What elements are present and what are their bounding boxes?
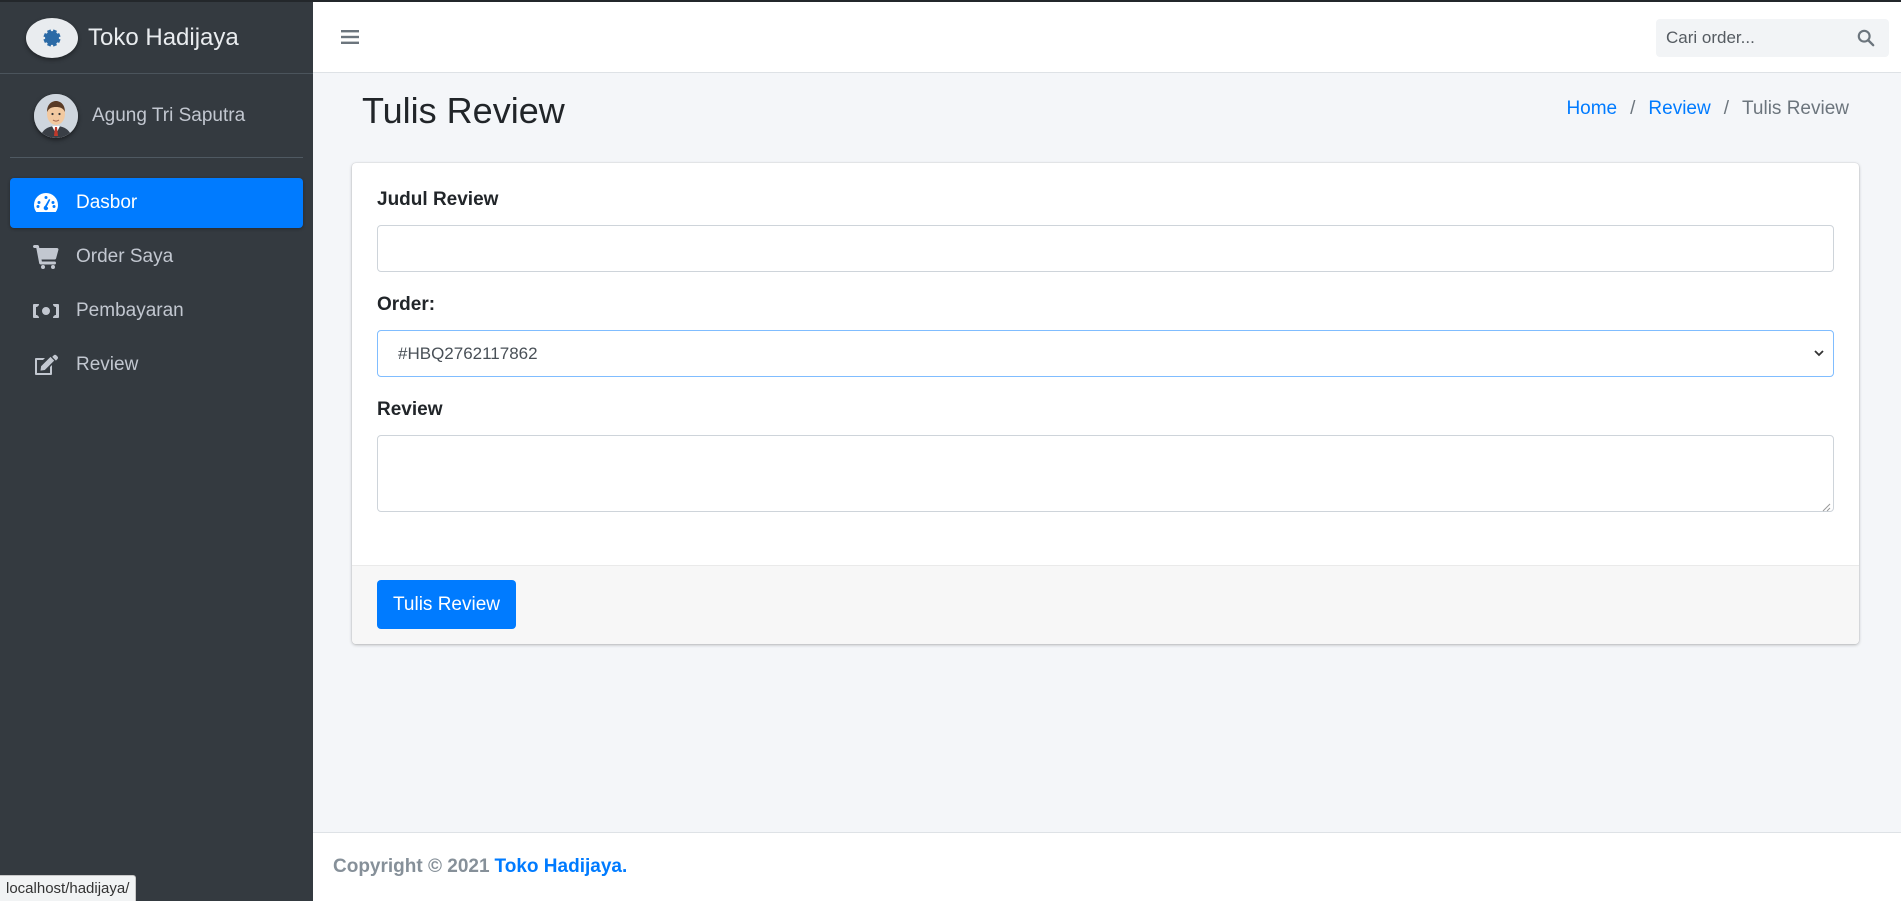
sidebar-item-dasbor[interactable]: Dasbor: [10, 178, 303, 228]
resize-handle-icon[interactable]: [1821, 499, 1831, 512]
order-label: Order:: [377, 294, 436, 315]
tachometer-icon: [32, 191, 60, 215]
user-name: Agung Tri Saputra: [92, 104, 246, 126]
review-form-card: Judul Review Order: #HBQ2762117862 Revie…: [352, 163, 1859, 644]
chevron-down-icon: [1813, 344, 1825, 364]
submit-review-button[interactable]: Tulis Review: [377, 580, 516, 629]
sidebar-item-label: Review: [76, 354, 139, 375]
search-input[interactable]: [1656, 20, 1846, 56]
sidebar-item-order-saya[interactable]: Order Saya: [10, 232, 303, 282]
footer-suffix: .: [621, 856, 628, 877]
breadcrumb-current: Tulis Review: [1742, 98, 1849, 119]
search-box: [1656, 19, 1889, 57]
copyright-text: Copyright © 2021: [333, 856, 490, 877]
breadcrumb-separator: /: [1723, 98, 1729, 119]
sidebar-item-label: Dasbor: [76, 192, 138, 213]
title-input[interactable]: [377, 225, 1834, 272]
page-footer: Copyright © 2021 Toko Hadijaya .: [313, 832, 1901, 901]
breadcrumb-review[interactable]: Review: [1648, 98, 1710, 120]
order-selected-value: #HBQ2762117862: [398, 343, 538, 363]
user-panel[interactable]: Agung Tri Saputra: [10, 74, 303, 158]
brand-link[interactable]: Toko Hadijaya: [0, 2, 313, 74]
money-bill-icon: [32, 299, 60, 323]
title-label: Judul Review: [377, 189, 499, 210]
footer-brand-link[interactable]: Toko Hadijaya: [495, 856, 622, 878]
breadcrumb-home[interactable]: Home: [1566, 98, 1617, 120]
sidebar-item-pembayaran[interactable]: Pembayaran: [10, 286, 303, 336]
search-icon[interactable]: [1846, 20, 1886, 56]
sidebar: Toko Hadijaya Agung Tri Saputra Dasbor O…: [0, 0, 313, 901]
sidebar-item-review[interactable]: Review: [10, 340, 303, 390]
brand-name: Toko Hadijaya: [88, 23, 239, 51]
order-select[interactable]: #HBQ2762117862: [377, 330, 1834, 377]
card-footer: Tulis Review: [352, 565, 1859, 644]
breadcrumb: Home / Review / Tulis Review: [1566, 98, 1849, 120]
sidebar-item-label: Order Saya: [76, 246, 174, 267]
top-navbar: [313, 0, 1901, 73]
review-label: Review: [377, 399, 443, 420]
edit-icon: [32, 353, 60, 377]
cart-icon: [32, 245, 60, 269]
card-body: Judul Review Order: #HBQ2762117862 Revie…: [352, 163, 1859, 565]
hamburger-icon[interactable]: [340, 27, 360, 47]
user-avatar: [34, 93, 78, 138]
page-title: Tulis Review: [362, 90, 565, 131]
breadcrumb-separator: /: [1630, 98, 1636, 119]
status-bar-url: localhost/hadijaya/: [0, 875, 137, 901]
sidebar-nav: Dasbor Order Saya Pembayaran Review: [0, 158, 313, 390]
sidebar-item-label: Pembayaran: [76, 300, 184, 321]
gear-icon: [26, 17, 78, 58]
review-textarea[interactable]: [377, 435, 1834, 512]
